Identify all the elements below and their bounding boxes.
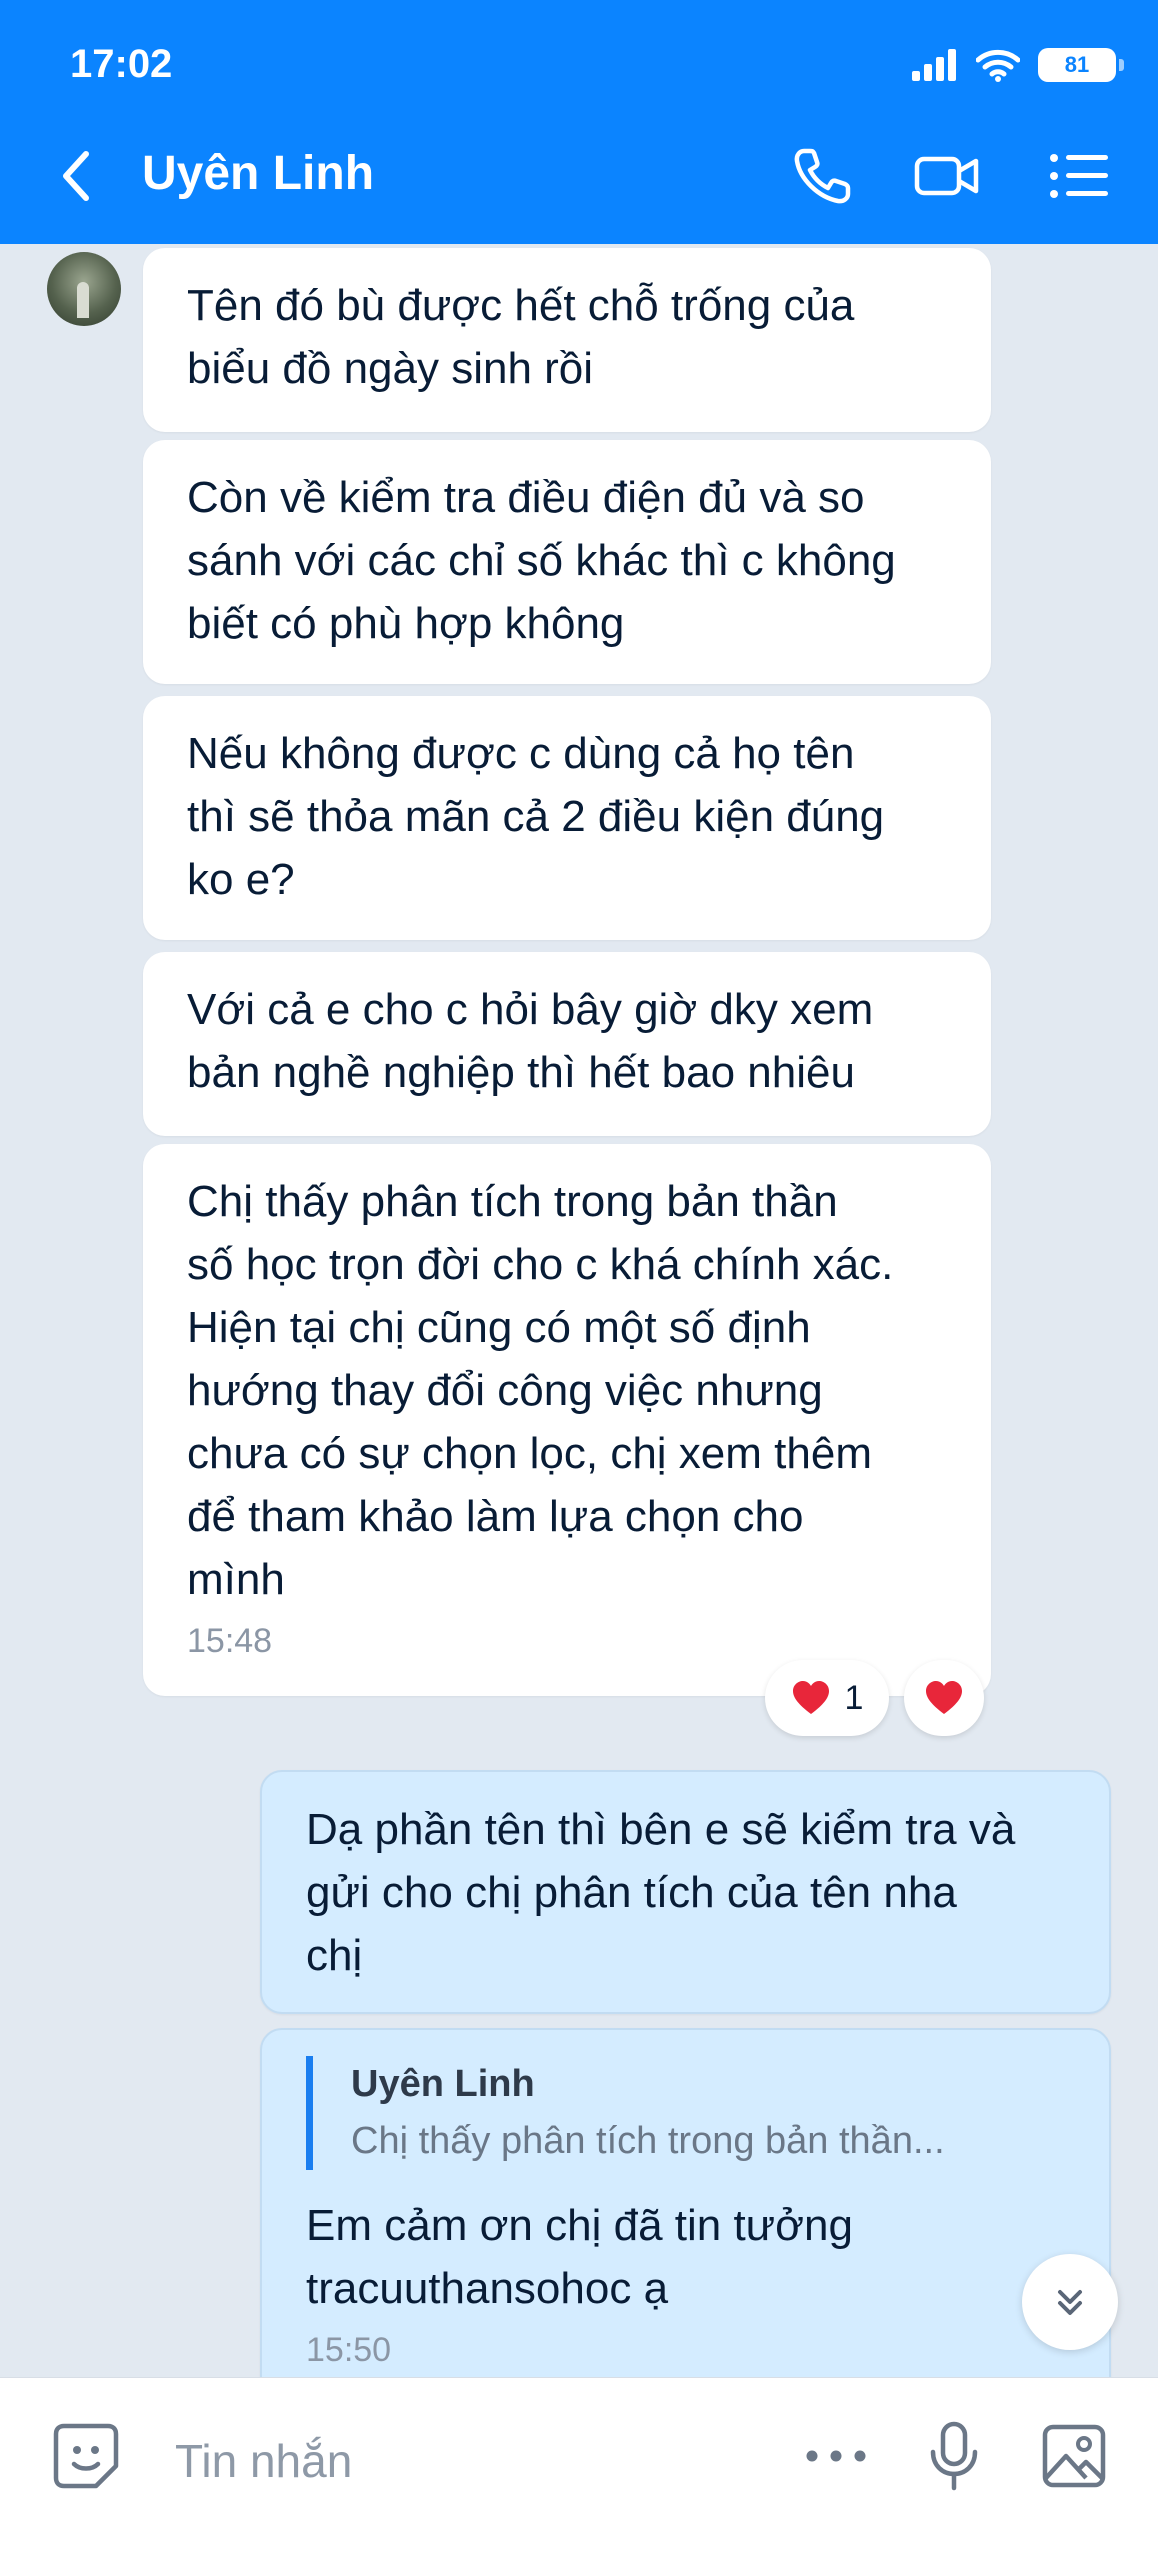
sticker-icon — [53, 2423, 119, 2489]
avatar[interactable] — [47, 252, 121, 326]
scroll-down-icon — [1058, 2290, 1082, 2315]
message-bubble[interactable]: Tên đó bù được hết chỗ trống của biểu đồ… — [143, 248, 991, 432]
message-text: Nếu không được c dùng cả họ tên thì sẽ t… — [187, 729, 885, 904]
heart-icon — [792, 1681, 829, 1714]
message-input-bar: Tin nhắn — [0, 2377, 1158, 2560]
message-text: Em cảm ơn chị đã tin tưởng tracuuthansoh… — [306, 2201, 853, 2313]
message-text: Với cả e cho c hỏi bây giờ dky xem bản n… — [187, 985, 874, 1097]
wifi-icon — [976, 49, 1020, 82]
message-text: Chị thấy phân tích trong bản thần số học… — [187, 1177, 894, 1604]
scroll-down-button[interactable] — [1022, 2254, 1118, 2350]
menu-list-icon[interactable] — [1044, 143, 1114, 209]
chat-header: 17:02 81 Uyên Linh — [0, 0, 1158, 244]
battery-indicator: 81 — [1038, 48, 1124, 82]
sticker-button[interactable] — [46, 2416, 126, 2496]
message-input[interactable]: Tin nhắn — [175, 2434, 352, 2488]
quote-text: Chị thấy phân tích trong bản thần... — [351, 2120, 945, 2162]
message-bubble[interactable]: Với cả e cho c hỏi bây giờ dky xem bản n… — [143, 952, 991, 1136]
quote-author: Uyên Linh — [351, 2063, 535, 2105]
more-icon — [806, 2450, 866, 2462]
image-button[interactable] — [1034, 2416, 1114, 2496]
reply-quote[interactable]: Uyên Linh Chị thấy phân tích trong bản t… — [306, 2056, 1065, 2170]
message-list[interactable]: Tên đó bù được hết chỗ trống của biểu đồ… — [0, 244, 1158, 2377]
image-icon — [1042, 2424, 1106, 2488]
message-bubble[interactable]: Còn về kiểm tra điều điện đủ và so sánh … — [143, 440, 991, 684]
message-bubble[interactable]: Chị thấy phân tích trong bản thần số học… — [143, 1144, 991, 1696]
message-time: 15:50 — [306, 2331, 392, 2369]
message-text: Dạ phần tên thì bên e sẽ kiểm tra và gửi… — [306, 1805, 1016, 1980]
message-bubble[interactable]: Nếu không được c dùng cả họ tên thì sẽ t… — [143, 696, 991, 940]
reaction-count: 1 — [844, 1678, 864, 1717]
more-button[interactable] — [796, 2416, 876, 2496]
back-icon[interactable] — [52, 146, 104, 206]
message-bubble-outgoing[interactable]: Uyên Linh Chị thấy phân tích trong bản t… — [260, 2028, 1111, 2377]
signal-icon — [912, 49, 956, 81]
message-text: Tên đó bù được hết chỗ trống của biểu đồ… — [187, 281, 855, 393]
phone-icon[interactable] — [790, 143, 860, 209]
microphone-icon — [930, 2421, 978, 2491]
message-time: 15:48 — [187, 1622, 273, 1660]
message-text: Còn về kiểm tra điều điện đủ và so sánh … — [187, 473, 896, 648]
heart-icon — [926, 1681, 962, 1714]
status-time: 17:02 — [70, 42, 173, 86]
contact-name[interactable]: Uyên Linh — [142, 146, 374, 201]
voice-button[interactable] — [914, 2416, 994, 2496]
status-icons: 81 — [912, 48, 1124, 82]
reaction-summary[interactable]: 1 — [765, 1660, 889, 1736]
message-bubble-outgoing[interactable]: Dạ phần tên thì bên e sẽ kiểm tra và gửi… — [260, 1770, 1111, 2014]
react-button[interactable] — [904, 1660, 984, 1736]
video-call-icon[interactable] — [912, 143, 982, 209]
